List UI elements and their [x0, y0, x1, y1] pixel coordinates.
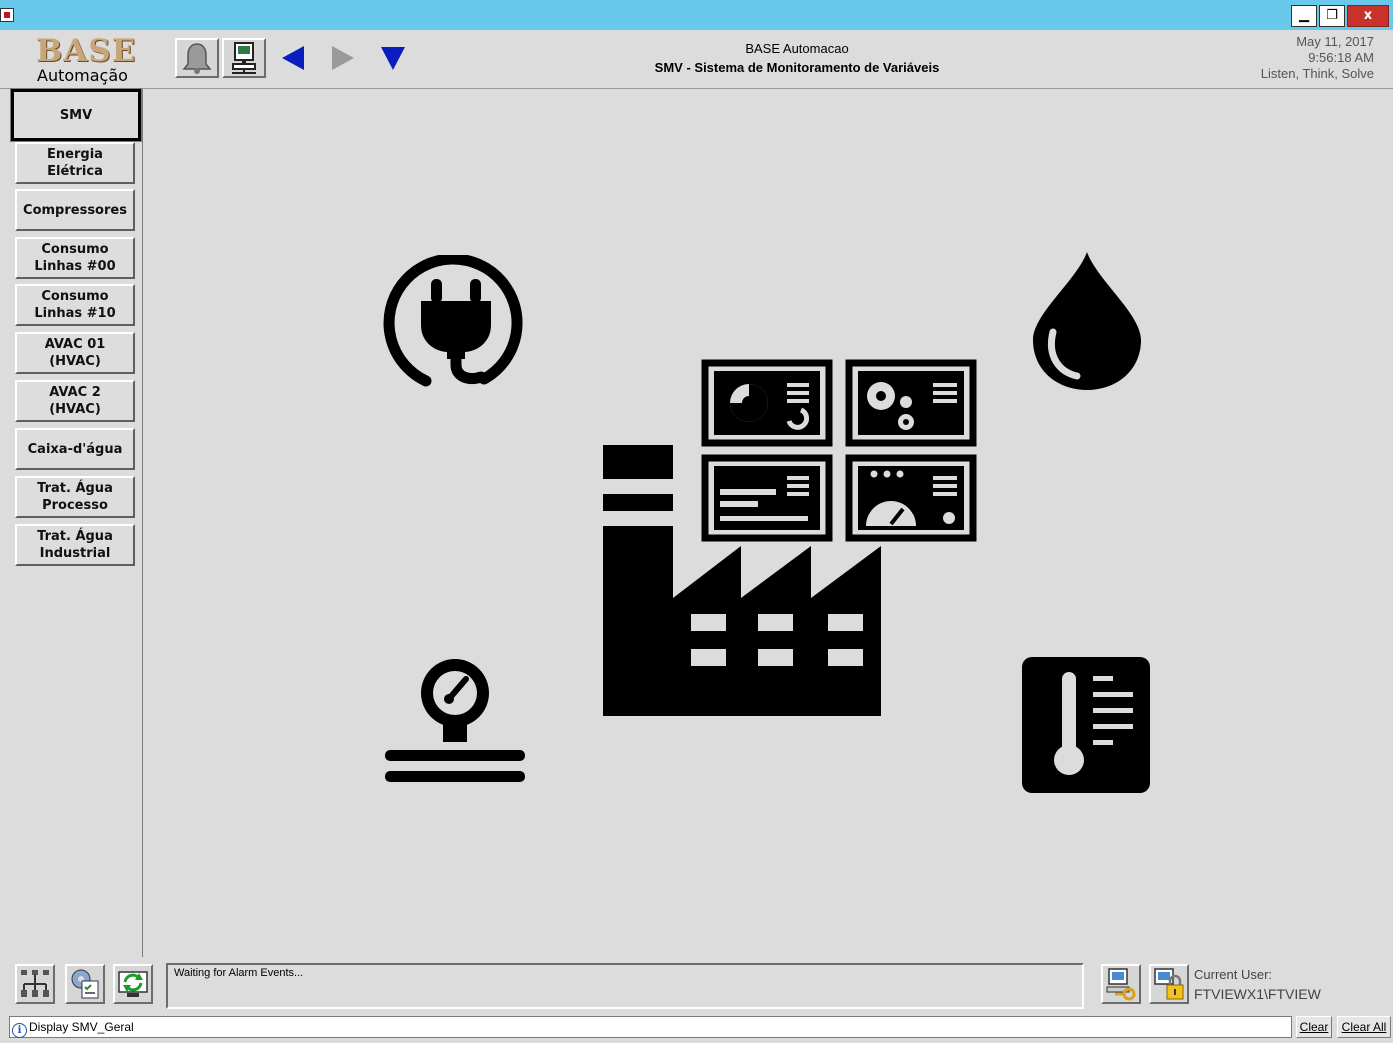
pressure-gauge-icon[interactable] — [383, 654, 529, 784]
logout-button[interactable] — [1149, 964, 1189, 1004]
water-drop-icon[interactable] — [1031, 250, 1143, 392]
nav-compressores-button[interactable]: Compressores — [15, 189, 135, 231]
status-message-field[interactable]: i Display SMV_Geral — [9, 1016, 1292, 1038]
slogan-text: Listen, Think, Solve — [1260, 66, 1374, 81]
header-datetime: May 11, 2017 9:56:18 AM Listen, Think, S… — [1261, 34, 1374, 82]
main-canvas — [143, 89, 1393, 957]
nav-consumo-linhas-00-button[interactable]: Consumo Linhas #00 — [15, 237, 135, 279]
computer-lock-icon — [1154, 968, 1184, 1000]
maximize-button[interactable]: ❐ — [1319, 5, 1345, 27]
alarm-events-box[interactable]: Waiting for Alarm Events... — [166, 963, 1084, 1009]
nav-consumo-linhas-10-button[interactable]: Consumo Linhas #10 — [15, 284, 135, 326]
forward-button[interactable] — [321, 38, 365, 78]
time-text: 9:56:18 AM — [1308, 50, 1374, 65]
station-icon — [232, 42, 256, 74]
sidebar: SMV Energia Elétrica Compressores Consum… — [9, 88, 143, 957]
settings-checklist-button[interactable] — [65, 964, 105, 1004]
refresh-icon — [118, 971, 148, 997]
clear-all-button[interactable]: Clear All — [1337, 1016, 1391, 1038]
network-button[interactable] — [15, 964, 55, 1004]
network-icon — [21, 970, 49, 997]
back-button[interactable] — [271, 38, 315, 78]
nav-energia-eletrica-button[interactable]: Energia Elétrica — [15, 142, 135, 184]
page-title: SMV - Sistema de Monitoramento de Variáv… — [654, 60, 940, 75]
down-button[interactable] — [371, 38, 415, 78]
header: BASE Automação BASE Automacao SMV - Sist… — [0, 30, 1393, 89]
status-bar: i Display SMV_Geral Clear Clear All — [9, 1016, 1393, 1040]
logo-main-text: BASE — [36, 33, 137, 69]
nav-avac-2-button[interactable]: AVAC 2 (HVAC) — [15, 380, 135, 422]
thermometer-icon[interactable] — [1021, 656, 1151, 794]
logo: BASE Automação — [28, 34, 148, 86]
back-arrow-icon — [282, 46, 304, 70]
station-button[interactable] — [222, 38, 266, 78]
alarm-status-text: Waiting for Alarm Events... — [174, 967, 304, 979]
computer-key-icon — [1106, 968, 1136, 1001]
bottom-bar: Waiting for Alarm Events... Current User… — [9, 958, 1393, 1011]
nav-avac-01-button[interactable]: AVAC 01 (HVAC) — [15, 332, 135, 374]
refresh-button[interactable] — [113, 964, 153, 1004]
bell-icon — [182, 43, 212, 74]
status-message: Display SMV_Geral — [29, 1020, 134, 1034]
forward-arrow-icon — [332, 46, 354, 70]
app-icon[interactable] — [0, 8, 14, 22]
company-name: BASE Automacao — [745, 41, 849, 56]
current-user-value: FTVIEWX1\FTVIEW — [1194, 986, 1321, 1002]
clear-button[interactable]: Clear — [1296, 1016, 1332, 1038]
nav-smv-button[interactable]: SMV — [10, 88, 142, 142]
current-user-label: Current User: — [1194, 967, 1273, 982]
nav-trat-agua-industrial-button[interactable]: Trat. Água Industrial — [15, 524, 135, 566]
date-text: May 11, 2017 — [1296, 34, 1374, 49]
power-plug-icon[interactable] — [383, 255, 529, 387]
down-arrow-icon — [381, 47, 405, 70]
nav-caixa-dagua-button[interactable]: Caixa-d'água — [15, 428, 135, 470]
header-title-block: BASE Automacao SMV - Sistema de Monitora… — [560, 40, 1034, 78]
window-title-bar: ▁ ❐ x — [0, 0, 1393, 30]
factory-icon[interactable] — [601, 358, 981, 718]
nav-trat-agua-processo-button[interactable]: Trat. Água Processo — [15, 476, 135, 518]
logo-sub-text: Automação — [37, 66, 128, 85]
login-button[interactable] — [1101, 964, 1141, 1004]
info-icon: i — [12, 1023, 27, 1038]
minimize-button[interactable]: ▁ — [1291, 5, 1317, 27]
gear-checklist-icon — [71, 969, 99, 999]
alarm-bell-button[interactable] — [175, 38, 219, 78]
close-button[interactable]: x — [1347, 5, 1389, 27]
